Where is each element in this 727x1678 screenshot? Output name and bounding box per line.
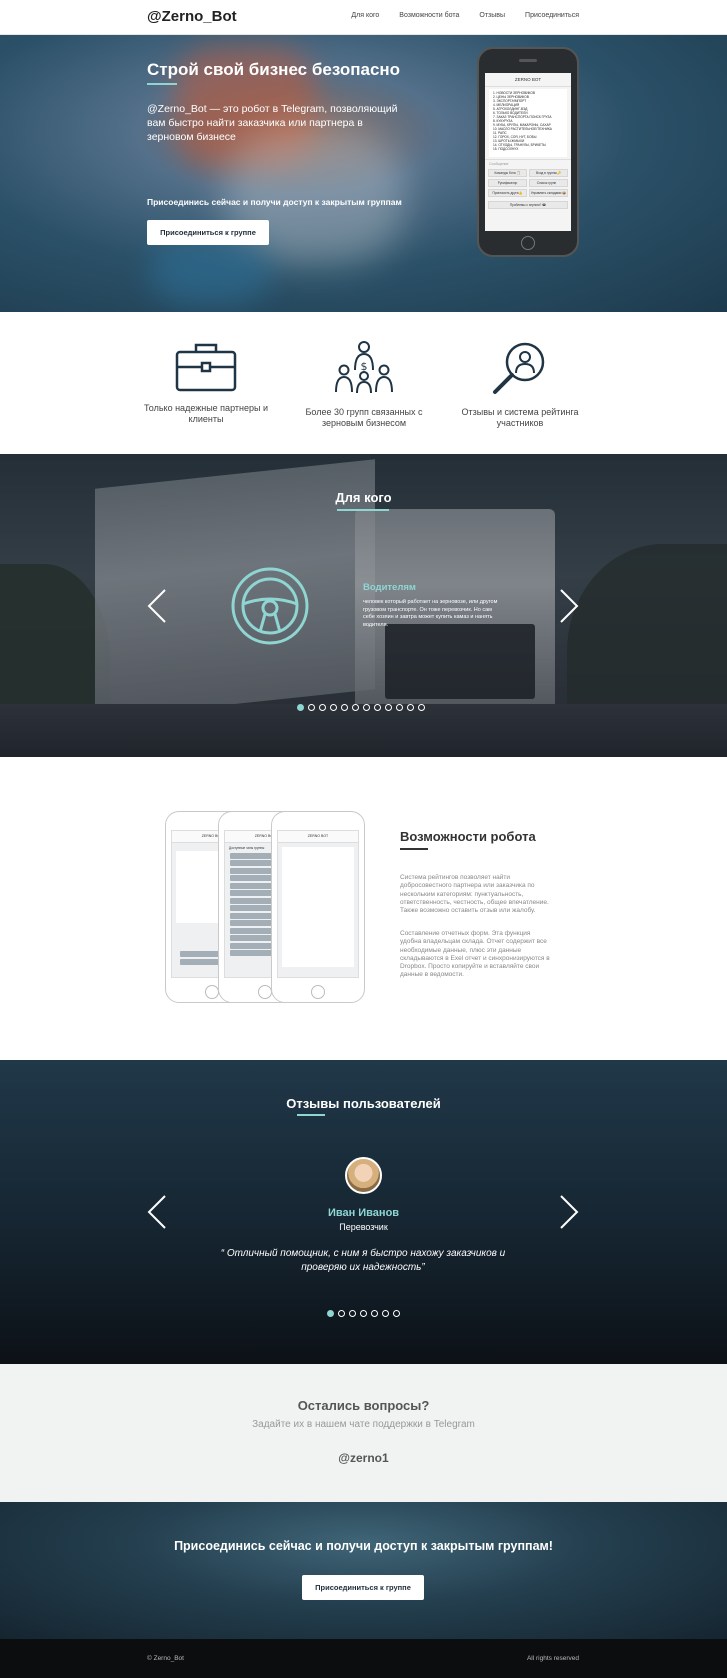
reviews-dot[interactable]: [327, 1310, 334, 1317]
reviews-dot[interactable]: [349, 1310, 356, 1317]
footer-rights: All rights reserved: [526, 1655, 579, 1662]
feature-reliable-partners: Только надежные партнеры и клиенты: [136, 340, 276, 425]
questions-section: [0, 1364, 727, 1502]
phone-btn-warehouses: Управлять складами 📦: [529, 189, 568, 197]
reviews-dot[interactable]: [393, 1310, 400, 1317]
robot-features-report-text: Составление отчетных форм. Эта функция у…: [400, 930, 550, 979]
hero-title: Строй свой бизнес безопасно: [147, 60, 401, 79]
nav-link-features[interactable]: Возможности бота: [399, 12, 459, 19]
phone-btn-problems: Проблемы с зерном? ☎: [488, 201, 568, 209]
phone-group-list: 1. НОВОСТИ ЗЕРНОВИКОВ 2. ЦЕНЫ ЗЕРНОВИКОВ 3…: [489, 89, 567, 157]
phone-btn-group-list: Список групп📄: [529, 179, 568, 187]
feature-text: Только надежные партнеры и клиенты: [144, 403, 268, 424]
search-person-icon: [493, 342, 545, 394]
slider-dot[interactable]: [341, 704, 348, 711]
briefcase-icon: [175, 343, 237, 392]
reviewer-name: Иван Иванов: [327, 1207, 400, 1219]
phone-group-list-item: 15. ПОДСОЛНУХ: [493, 147, 519, 151]
reviews-title: Отзывы пользователей: [286, 1096, 441, 1111]
questions-subtitle: Задайте их в нашем чате поддержки в Tele…: [252, 1419, 475, 1430]
robot-features-rating-text: Система рейтингов позволяет найти доброс…: [400, 874, 549, 915]
reviews-dot[interactable]: [338, 1310, 345, 1317]
brand-logo[interactable]: @Zerno_Bot: [147, 8, 237, 25]
phone-3-header: ZERNO BOT: [278, 831, 358, 843]
phone-btn-invite: Пригласить друга👍: [488, 189, 527, 197]
slider-dot[interactable]: [363, 704, 370, 711]
slider-next-arrow-icon[interactable]: [557, 588, 581, 624]
slider-dot[interactable]: [418, 704, 425, 711]
support-telegram-handle[interactable]: @zerno1: [0, 1451, 727, 1465]
slider-dot[interactable]: [308, 704, 315, 711]
slider-dot[interactable]: [407, 704, 414, 711]
slider-prev-arrow-icon[interactable]: [145, 588, 169, 624]
hero-cta-text: Присоединись сейчас и получи доступ к за…: [147, 197, 402, 207]
reviews-dot[interactable]: [382, 1310, 389, 1317]
feature-text: Отзывы и система рейтинга участников: [461, 407, 579, 428]
slide-text: человек который работает на зерновозе, и…: [363, 599, 498, 628]
nav-link-join[interactable]: Присоединиться: [525, 12, 579, 19]
phone-keyboard-buttons: Команды бота 📋 Вход в группы🔑 Русификато…: [485, 167, 571, 199]
phone-1-home-button: [205, 985, 219, 999]
slider-dot[interactable]: [297, 704, 304, 711]
footer-copyright: © Zerno_Bot: [147, 1655, 184, 1662]
reviews-dot[interactable]: [371, 1310, 378, 1317]
slider-dot[interactable]: [385, 704, 392, 711]
reviews-dot[interactable]: [360, 1310, 367, 1317]
cta-title: Присоединись сейчас и получи доступ к за…: [174, 1539, 553, 1553]
questions-title: Остались вопросы?: [297, 1398, 430, 1413]
phone-chat-header: ZERNO BOT: [485, 73, 571, 87]
review-quote: “ Отличный помощник, с ним я быстро нахо…: [220, 1248, 506, 1273]
phone-speaker: [519, 59, 537, 62]
hero-bg-robot-arm: [150, 235, 270, 305]
phone-3-messages: [282, 847, 354, 967]
reviews-pagination: [327, 1310, 400, 1317]
hero-description: @Zerno_Bot — это робот в Telegram, позво…: [147, 103, 398, 143]
reviewer-role: Перевозчик: [339, 1222, 388, 1232]
for-whom-title: Для кого: [335, 490, 392, 505]
nav-link-reviews[interactable]: Отзывы: [479, 12, 505, 19]
phone-btn-commands: Команды бота 📋: [488, 169, 527, 177]
slide-title: Водителям: [363, 582, 416, 593]
join-group-button[interactable]: Присоединиться к группе: [147, 220, 269, 245]
robot-features-title: Возможности робота: [400, 829, 536, 844]
slider-dot[interactable]: [352, 704, 359, 711]
cta-section: [0, 1502, 727, 1639]
hero-phone-mockup: ZERNO BOT 1. НОВОСТИ ЗЕРНОВИКОВ 2. ЦЕНЫ З…: [477, 47, 579, 257]
hero-title-underline: [147, 83, 177, 85]
phone-btn-russifier: Русификатор: [488, 179, 527, 187]
steering-wheel-icon: [231, 567, 309, 645]
slider-dot[interactable]: [319, 704, 326, 711]
people-money-icon: $: [335, 341, 393, 394]
feature-groups: $ Более 30 групп связанных с зерновым би…: [294, 340, 434, 429]
feature-text: Более 30 групп связанных с зерновым бизн…: [305, 407, 423, 428]
phone-3-screen: ZERNO BOT: [277, 830, 359, 978]
nav-link-for-whom[interactable]: Для кого: [351, 12, 379, 19]
for-whom-pagination: [297, 704, 425, 711]
phone-3-home-button: [311, 985, 325, 999]
top-navbar: @Zerno_Bot Для кого Возможности бота Отз…: [0, 0, 727, 35]
slider-dot[interactable]: [330, 704, 337, 711]
phone-home-button: [521, 236, 535, 250]
for-whom-title-underline: [337, 509, 389, 511]
reviewer-avatar: [345, 1157, 382, 1194]
feature-reviews-rating: Отзывы и система рейтинга участников: [450, 340, 590, 429]
cta-join-group-button[interactable]: Присоединиться к группе: [302, 1575, 424, 1600]
footer: [0, 1639, 727, 1678]
phone-2-home-button: [258, 985, 272, 999]
phone-screen: ZERNO BOT 1. НОВОСТИ ЗЕРНОВИКОВ 2. ЦЕНЫ З…: [485, 73, 571, 231]
slider-dot[interactable]: [396, 704, 403, 711]
nav-links: Для кого Возможности бота Отзывы Присоед…: [351, 12, 579, 19]
slider-dot[interactable]: [374, 704, 381, 711]
reviews-title-underline: [297, 1114, 325, 1116]
phone-btn-groups: Вход в группы🔑: [529, 169, 568, 177]
feature-phone-3: ZERNO BOT: [271, 811, 365, 1003]
phone-message-input: Сообщение: [485, 159, 571, 167]
robot-features-underline: [400, 848, 428, 850]
